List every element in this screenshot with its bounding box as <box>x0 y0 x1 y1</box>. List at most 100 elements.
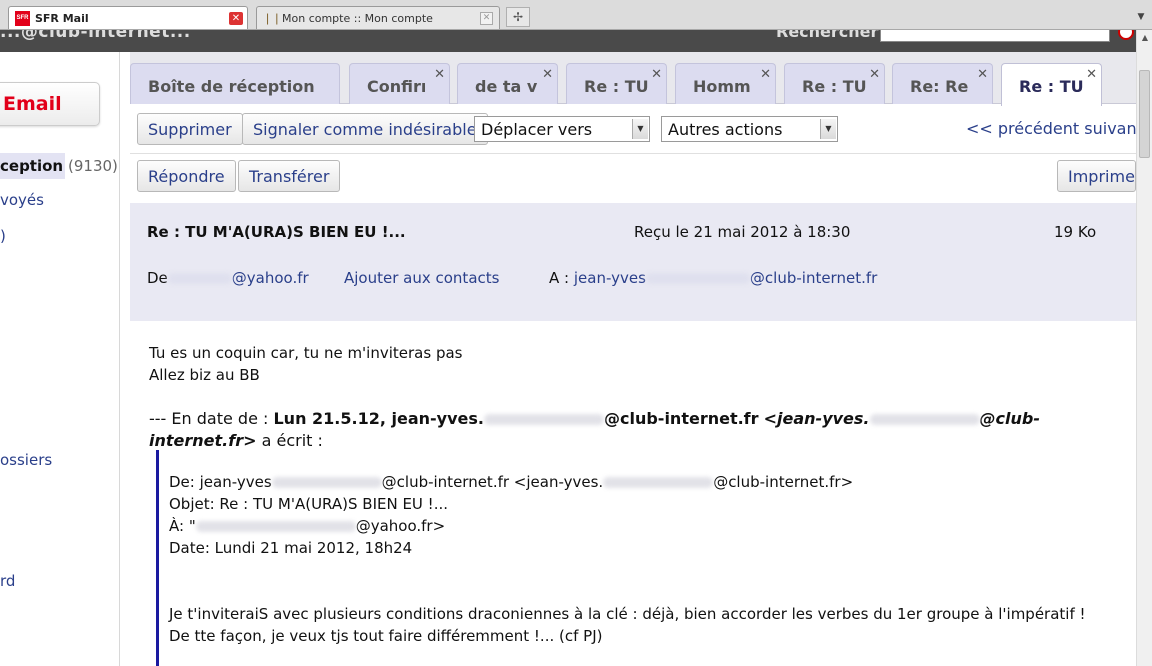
tab-label: Re : TU <box>802 77 867 96</box>
body-line: Allez biz au BB <box>149 366 260 384</box>
body-line: Tu es un coquin car, tu ne m'inviteras p… <box>149 344 463 362</box>
from-label: De <box>147 269 168 287</box>
add-to-contacts-link[interactable]: Ajouter aux contacts <box>344 269 499 287</box>
delete-button[interactable]: Supprimer <box>137 113 243 145</box>
tab-message[interactable]: Re: Re ✕ <box>892 63 993 104</box>
tab-message[interactable]: Homm ✕ <box>675 63 776 104</box>
to-address-domain[interactable]: @club-internet.fr <box>750 269 877 287</box>
previous-link[interactable]: << précédent <box>966 119 1079 138</box>
quote-from: De: jean-yves @club-internet.fr <jean-yve… <box>169 473 854 491</box>
scroll-thumb[interactable] <box>1139 70 1150 158</box>
new-tab-button[interactable]: ✢ <box>506 7 530 27</box>
quote-date: Date: Lundi 21 mai 2012, 18h24 <box>169 539 413 557</box>
close-icon[interactable]: ✕ <box>651 67 662 82</box>
tab-message[interactable]: Re : TU ✕ <box>566 63 667 104</box>
tab-label: Boîte de réception <box>148 77 315 96</box>
sidebar-item-folder[interactable]: ) <box>0 227 6 245</box>
tab-label: Confirı <box>367 77 427 96</box>
tab-message-active[interactable]: Re : TU ✕ <box>1001 63 1102 106</box>
reply-intro-domain: @club-internet.fr <box>603 409 759 428</box>
sidebar-item-folders[interactable]: ossiers <box>0 451 52 469</box>
other-actions-select[interactable]: Autres actions ▼ <box>661 116 838 142</box>
sidebar-item-other[interactable]: rd <box>0 572 15 590</box>
quote-subject: Objet: Re : TU M'A(URA)S BIEN EU !... <box>169 495 449 513</box>
reply-intro: --- En date de : Lun 21.5.12, jean-yves.… <box>149 408 1129 452</box>
close-icon[interactable]: ✕ <box>542 67 553 82</box>
search-input[interactable] <box>880 30 1110 42</box>
sidebar: Email ception (9130) voyés ) ossiers rd <box>0 52 120 666</box>
reply-intro-date: Lun 21.5.12, jean-yves. <box>273 409 484 428</box>
close-icon[interactable]: ✕ <box>869 67 880 82</box>
page-header: ...@club-internet... Rechercher <box>0 30 1136 52</box>
to-address-prefix[interactable]: jean-yves <box>574 269 646 287</box>
tab-message[interactable]: Confirı ✕ <box>349 63 450 104</box>
message-subject: Re : TU M'A(URA)S BIEN EU !... <box>147 223 406 241</box>
tab-label: Re: Re <box>910 77 969 96</box>
tab-label: de ta v <box>475 77 538 96</box>
close-icon[interactable]: ✕ <box>760 67 771 82</box>
select-value: Autres actions <box>668 119 783 139</box>
mail-tab-bar: Boîte de réception Confirı ✕ de ta v ✕ R… <box>130 52 1136 106</box>
redacted-text <box>167 273 232 284</box>
quote-body-line: De tte façon, je veux tjs tout faire dif… <box>169 627 603 645</box>
tab-inbox[interactable]: Boîte de réception <box>130 63 340 104</box>
reply-intro-addr: @club- <box>979 409 1040 428</box>
tab-label: Re : TU <box>1019 77 1084 96</box>
message-navigation: << précédent suivant <box>966 119 1143 138</box>
divider <box>130 153 1136 154</box>
select-value: Déplacer vers <box>481 119 593 139</box>
report-spam-button[interactable]: Signaler comme indésirable <box>242 113 488 145</box>
message-header: Re : TU M'A(URA)S BIEN EU !... Reçu le 2… <box>130 203 1136 321</box>
reply-intro-prefix: --- En date de : <box>149 409 269 428</box>
tab-message[interactable]: Re : TU ✕ <box>784 63 885 104</box>
quoted-message: De: jean-yves @club-internet.fr <jean-yve… <box>156 450 1136 666</box>
message-received-date: Reçu le 21 mai 2012 à 18:30 <box>634 223 851 241</box>
close-icon[interactable]: ✕ <box>229 12 243 25</box>
quote-to: À: " @yahoo.fr> <box>169 517 446 535</box>
sfr-logo-icon: SFR <box>15 10 30 26</box>
browser-tab-strip: SFR SFR Mail ✕ ❘❘ Mon compte :: Mon comp… <box>0 0 1152 30</box>
sidebar-item-sent[interactable]: voyés <box>0 191 44 209</box>
next-link[interactable]: suivant <box>1084 119 1143 138</box>
tab-label: Homm <box>693 77 751 96</box>
move-to-select[interactable]: Déplacer vers ▼ <box>474 116 650 142</box>
document-icon: ❘❘ <box>263 11 282 25</box>
reply-intro-addr: internet.fr> <box>149 431 257 450</box>
inbox-count: (9130) <box>68 157 118 175</box>
to-label: A : <box>549 269 570 287</box>
scrollbar[interactable]: ▲ <box>1136 30 1152 666</box>
redacted-text <box>603 477 714 488</box>
message-from: De @yahoo.fr <box>147 269 309 287</box>
compose-email-button[interactable]: Email <box>0 82 100 126</box>
sidebar-item-inbox[interactable]: ception <box>0 153 66 179</box>
browser-tab-title: SFR Mail <box>35 11 89 25</box>
from-address[interactable]: @yahoo.fr <box>232 269 309 287</box>
reply-intro-suffix: a écrit : <box>261 431 323 450</box>
redacted-text <box>271 477 382 488</box>
search-label: Rechercher <box>776 30 879 41</box>
message-size: 19 Ko <box>1054 223 1097 241</box>
search-icon[interactable] <box>1118 30 1134 40</box>
message-body: Tu es un coquin car, tu ne m'inviteras p… <box>149 342 1129 452</box>
main-pane: Boîte de réception Confirı ✕ de ta v ✕ R… <box>130 52 1143 666</box>
reply-button[interactable]: Répondre <box>137 160 236 192</box>
reply-intro-addr: <jean-yves. <box>763 409 870 428</box>
tab-message[interactable]: de ta v ✕ <box>457 63 558 104</box>
redacted-text <box>645 273 750 284</box>
browser-tab-title: Mon compte :: Mon compte <box>282 11 433 25</box>
forward-button[interactable]: Transférer <box>238 160 341 192</box>
print-button[interactable]: Imprimer <box>1057 160 1142 192</box>
browser-tab-mon-compte[interactable]: ❘❘ Mon compte :: Mon compte ✕ <box>256 6 500 29</box>
redacted-text <box>195 521 356 532</box>
chevron-down-icon[interactable]: ▼ <box>1134 8 1148 26</box>
chevron-down-icon: ▼ <box>632 119 648 139</box>
scroll-up-icon[interactable]: ▲ <box>1137 30 1152 46</box>
close-icon[interactable]: ✕ <box>480 12 493 25</box>
redacted-text <box>483 414 604 425</box>
close-icon[interactable]: ✕ <box>1086 67 1097 82</box>
chevron-down-icon: ▼ <box>820 119 836 139</box>
redacted-text <box>869 414 980 425</box>
close-icon[interactable]: ✕ <box>977 67 988 82</box>
close-icon[interactable]: ✕ <box>434 67 445 82</box>
browser-tab-sfr-mail[interactable]: SFR SFR Mail ✕ <box>8 6 248 29</box>
